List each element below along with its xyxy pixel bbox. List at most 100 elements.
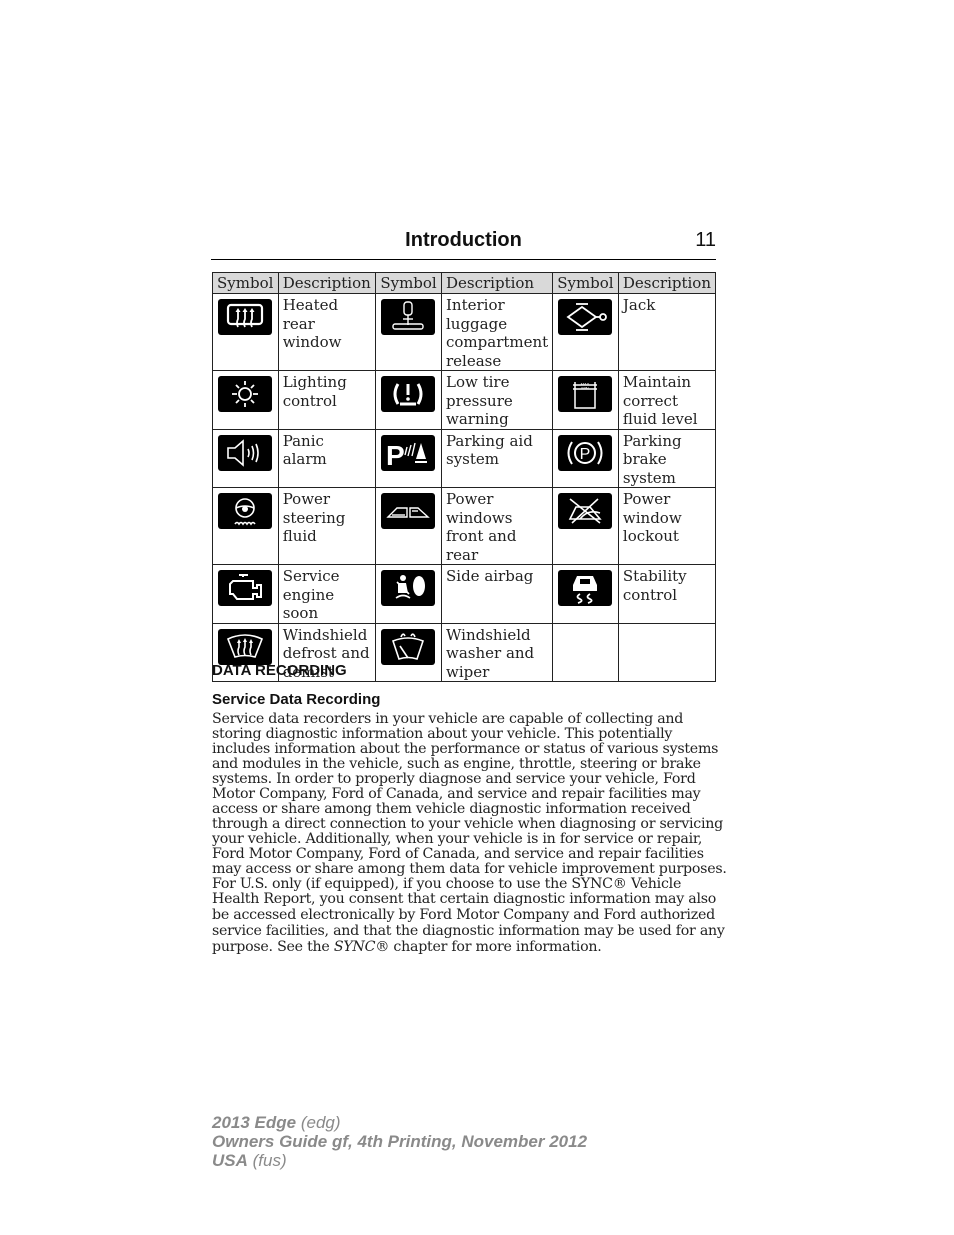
paragraph-line: storing diagnostic information about you… bbox=[212, 726, 673, 742]
lighting-control-icon bbox=[218, 376, 272, 412]
symbol-cell bbox=[375, 487, 442, 565]
footer-line: 2013 Edge (edg) bbox=[212, 1113, 587, 1132]
low-tire-pressure-icon bbox=[381, 376, 436, 412]
symbol-table: Symbol Description Symbol Description Sy… bbox=[212, 272, 717, 682]
paragraph-line: service facilities, and that the diagnos… bbox=[212, 923, 725, 940]
footer-line: Owners Guide gf, 4th Printing, November … bbox=[212, 1132, 587, 1151]
paragraph-line: Ford Motor Company, Ford of Canada, and … bbox=[212, 846, 704, 862]
paragraph-line: be accessed electronically by Ford Motor… bbox=[212, 907, 715, 923]
symbol-description: Side airbag bbox=[440, 564, 554, 624]
symbol-description: Interior luggage compartment release bbox=[440, 293, 554, 371]
paragraph-line: may access or share among them data for … bbox=[212, 861, 727, 877]
symbol-description: Heated rear window bbox=[277, 293, 377, 371]
footer-line: USA (fus) bbox=[212, 1151, 587, 1170]
symbol-description: Power window lockout bbox=[617, 487, 717, 565]
symbol-cell bbox=[212, 428, 279, 488]
heated-rear-window-icon bbox=[218, 299, 272, 335]
panic-alarm-icon bbox=[218, 434, 272, 471]
column-header-symbol: Symbol bbox=[552, 272, 619, 294]
jack-icon bbox=[558, 299, 613, 335]
symbol-description-empty bbox=[617, 622, 717, 682]
symbol-description: Low tire pressure warning bbox=[440, 370, 554, 430]
paragraph-line: For U.S. only (if equipped), if you choo… bbox=[212, 876, 682, 892]
symbol-cell bbox=[375, 293, 442, 371]
paragraph-line: systems. In order to properly diagnose a… bbox=[212, 771, 696, 787]
side-airbag-icon bbox=[381, 570, 436, 606]
symbol-cell bbox=[375, 622, 442, 682]
symbol-description: Maintain correct fluid level bbox=[617, 370, 717, 430]
symbol-cell-empty bbox=[552, 622, 619, 682]
table-row: Service engine soon Side airbag Stabilit… bbox=[212, 564, 717, 624]
symbol-cell bbox=[212, 293, 279, 371]
symbol-description: Windshield washer and wiper bbox=[440, 622, 554, 682]
power-steering-fluid-icon bbox=[218, 493, 272, 529]
symbol-cell bbox=[552, 564, 619, 624]
section-heading: DATA RECORDING bbox=[212, 662, 347, 679]
svg-text:MIN: MIN bbox=[582, 386, 589, 391]
symbol-cell bbox=[552, 487, 619, 565]
table-row: Heated rear window Interior luggage comp… bbox=[212, 293, 717, 371]
paragraph-line: through a direct connection to your vehi… bbox=[212, 816, 723, 832]
text-run: ® chapter for more information. bbox=[375, 939, 602, 956]
symbol-cell bbox=[212, 370, 279, 430]
symbol-description: Power windows front and rear bbox=[440, 487, 554, 565]
column-header-symbol: Symbol bbox=[375, 272, 442, 294]
symbol-cell: P bbox=[552, 428, 619, 488]
page-number: 11 bbox=[695, 229, 716, 251]
symbol-cell bbox=[375, 370, 442, 430]
table-header-row: Symbol Description Symbol Description Sy… bbox=[212, 272, 717, 294]
subsection-heading: Service Data Recording bbox=[212, 691, 381, 708]
footer-model-code: (edg) bbox=[296, 1113, 341, 1132]
symbol-description: Parking brake system bbox=[617, 428, 717, 488]
symbol-cell bbox=[552, 293, 619, 371]
paragraph-line: access or share among them vehicle diagn… bbox=[212, 801, 691, 817]
paragraph-line: Health Report, you consent that certain … bbox=[212, 891, 717, 907]
table-row: Lighting control Low tire pressure warni… bbox=[212, 370, 717, 430]
column-header-description: Description bbox=[277, 272, 377, 294]
svg-text:P: P bbox=[580, 446, 591, 463]
column-header-description: Description bbox=[440, 272, 554, 294]
footer-market-code: (fus) bbox=[247, 1151, 287, 1170]
symbol-description: Panic alarm bbox=[277, 428, 377, 488]
paragraph-line-last: purpose. See the SYNC® chapter for more … bbox=[212, 939, 717, 955]
paragraph-line: includes information about the performan… bbox=[212, 741, 719, 757]
stability-control-icon bbox=[558, 570, 613, 606]
footer-guide: Owners Guide gf, 4th Printing, November … bbox=[212, 1132, 588, 1151]
footer-model: 2013 Edge bbox=[212, 1113, 297, 1132]
parking-brake-icon: P bbox=[558, 434, 613, 471]
symbol-description: Jack bbox=[617, 293, 717, 371]
text-run: purpose. See the bbox=[212, 939, 334, 956]
power-windows-icon bbox=[381, 493, 436, 529]
paragraph-line: and modules in the vehicle, such as engi… bbox=[212, 756, 701, 772]
page-footer: 2013 Edge (edg) Owners Guide gf, 4th Pri… bbox=[212, 1113, 587, 1170]
symbol-cell bbox=[212, 487, 279, 565]
service-engine-icon bbox=[218, 570, 272, 606]
symbol-description: Lighting control bbox=[277, 370, 377, 430]
symbol-description: Power steering fluid bbox=[277, 487, 377, 565]
symbol-cell bbox=[375, 564, 442, 624]
table-row: Power steering fluid Power windows front… bbox=[212, 487, 717, 565]
symbol-description: Stability control bbox=[617, 564, 717, 624]
paragraph-line: Motor Company, Ford of Canada, and servi… bbox=[212, 786, 701, 802]
svg-text:P: P bbox=[386, 440, 405, 471]
column-header-symbol: Symbol bbox=[212, 272, 279, 294]
page-header: Introduction 11 bbox=[211, 229, 716, 260]
paragraph-line: Service data recorders in your vehicle a… bbox=[212, 711, 684, 727]
parking-aid-icon: P bbox=[381, 434, 436, 471]
body-paragraph: Service data recorders in your vehicle a… bbox=[212, 711, 727, 956]
windshield-defrost-icon bbox=[218, 628, 272, 665]
window-lockout-icon bbox=[558, 493, 613, 529]
symbol-description: Service engine soon bbox=[277, 564, 377, 624]
interior-luggage-release-icon bbox=[381, 299, 436, 335]
symbol-cell: MAX MIN bbox=[552, 370, 619, 430]
symbol-description: Parking aid system bbox=[440, 428, 554, 488]
page-title: Introduction bbox=[405, 229, 522, 251]
symbol-cell bbox=[212, 564, 279, 624]
table-row: Panic alarm P Parking aid system P Parki… bbox=[212, 428, 717, 488]
sync-reference: SYNC bbox=[333, 939, 376, 956]
fluid-level-icon: MAX MIN bbox=[558, 376, 613, 412]
footer-market: USA bbox=[212, 1151, 248, 1170]
windshield-washer-icon bbox=[381, 628, 436, 665]
column-header-description: Description bbox=[617, 272, 717, 294]
symbol-cell: P bbox=[375, 428, 442, 488]
